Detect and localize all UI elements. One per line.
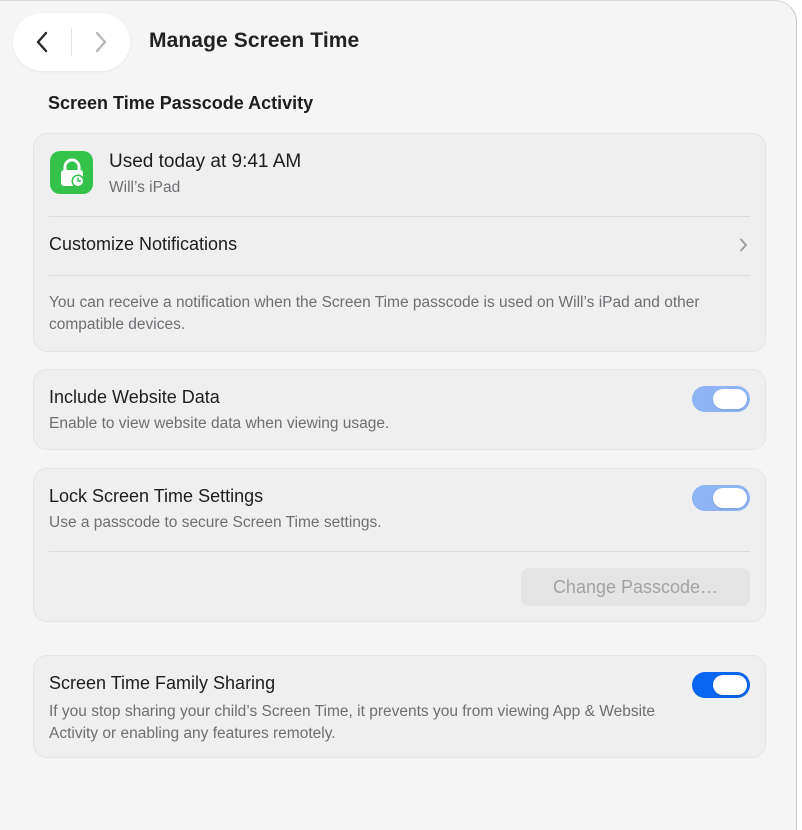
include-website-data-label: Include Website Data (49, 387, 220, 407)
divider (49, 275, 750, 276)
page-title: Manage Screen Time (149, 29, 360, 52)
toggle-knob (713, 488, 747, 508)
toggle-knob (713, 675, 747, 695)
lock-settings-description: Use a passcode to secure Screen Time set… (49, 514, 382, 531)
lock-clock-icon (50, 151, 93, 194)
website-data-card: Include Website Data Enable to view webs… (33, 369, 766, 450)
chevron-right-icon (740, 238, 747, 252)
forward-button[interactable] (72, 13, 130, 71)
passcode-activity-card: Used today at 9:41 AM Will’s iPad Custom… (33, 133, 766, 352)
divider (49, 551, 750, 552)
settings-window: Manage Screen Time Screen Time Passcode … (0, 0, 797, 830)
navigation-buttons (13, 13, 130, 71)
section-title-passcode-activity: Screen Time Passcode Activity (48, 93, 314, 113)
lock-settings-label: Lock Screen Time Settings (49, 486, 264, 506)
family-sharing-toggle[interactable] (692, 672, 750, 698)
family-sharing-label: Screen Time Family Sharing (49, 673, 276, 693)
family-sharing-card: Screen Time Family Sharing If you stop s… (33, 655, 766, 758)
toggle-knob (713, 389, 747, 409)
device-name: Will’s iPad (109, 179, 181, 196)
customize-notifications-row[interactable]: Customize Notifications (49, 216, 750, 274)
last-used-text: Used today at 9:41 AM (109, 151, 302, 172)
back-button[interactable] (13, 13, 71, 71)
notification-footnote: You can receive a notification when the … (49, 294, 700, 333)
chevron-right-icon (95, 31, 107, 53)
include-website-data-toggle[interactable] (692, 386, 750, 412)
lock-settings-toggle[interactable] (692, 485, 750, 511)
include-website-data-description: Enable to view website data when viewing… (49, 415, 390, 432)
customize-notifications-label: Customize Notifications (49, 234, 238, 254)
change-passcode-button[interactable]: Change Passcode… (521, 568, 750, 606)
lock-settings-card: Lock Screen Time Settings Use a passcode… (33, 468, 766, 622)
chevron-left-icon (36, 31, 48, 53)
family-sharing-description: If you stop sharing your child’s Screen … (49, 703, 655, 742)
